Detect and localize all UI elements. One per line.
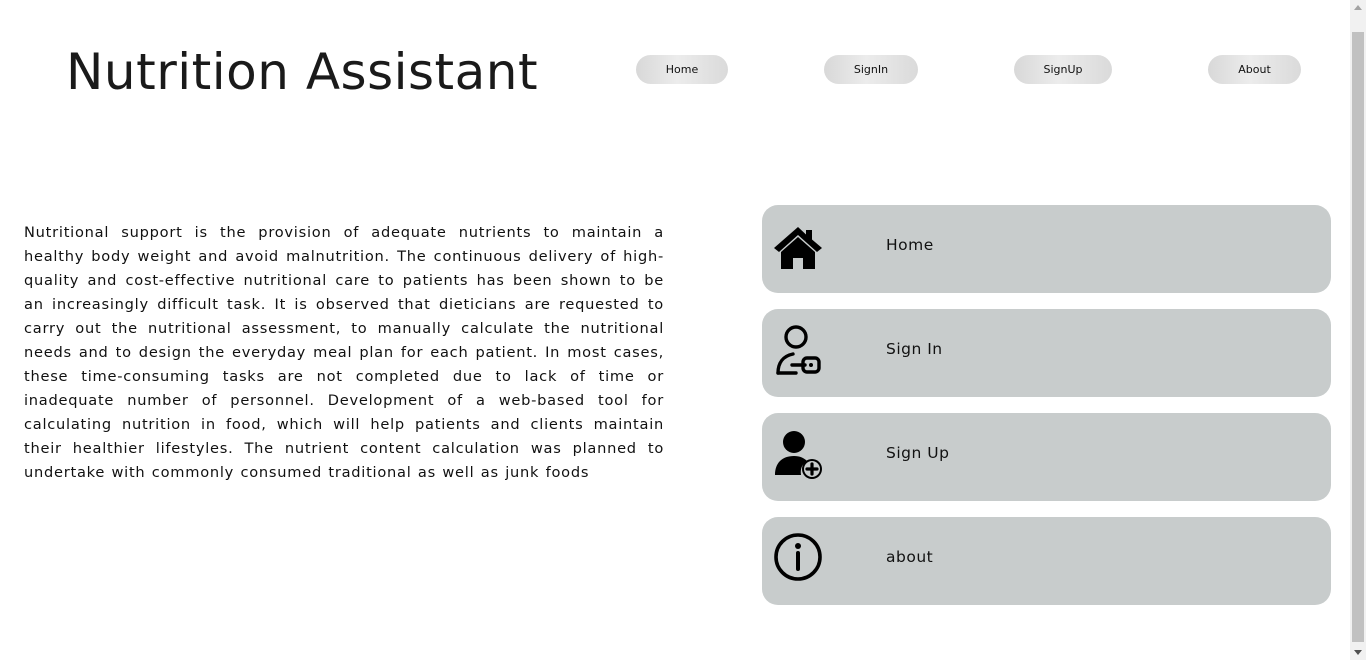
scrollbar-thumb[interactable] xyxy=(1352,32,1364,642)
about-card[interactable]: about xyxy=(762,517,1331,605)
user-key-icon xyxy=(772,325,824,377)
signup-card[interactable]: Sign Up xyxy=(762,413,1331,501)
scroll-down-arrow-icon[interactable] xyxy=(1354,650,1362,655)
user-add-icon xyxy=(772,429,824,481)
nav-home-button[interactable]: Home xyxy=(636,55,728,84)
vertical-scrollbar[interactable] xyxy=(1350,0,1366,660)
site-title: Nutrition Assistant xyxy=(66,43,539,101)
about-card-label: about xyxy=(886,548,934,566)
nav-signup-button[interactable]: SignUp xyxy=(1014,55,1112,84)
signin-card-label: Sign In xyxy=(886,340,943,358)
signin-card[interactable]: Sign In xyxy=(762,309,1331,397)
signup-card-label: Sign Up xyxy=(886,444,950,462)
info-icon xyxy=(772,533,824,585)
home-card[interactable]: Home xyxy=(762,205,1331,293)
intro-paragraph: Nutritional support is the provision of … xyxy=(24,224,664,481)
page: Nutrition Assistant Home SignIn SignUp A… xyxy=(0,0,1366,660)
scroll-up-arrow-icon[interactable] xyxy=(1354,5,1362,10)
nav-signin-button[interactable]: SignIn xyxy=(824,55,918,84)
home-card-label: Home xyxy=(886,236,934,254)
nav-about-button[interactable]: About xyxy=(1208,55,1301,84)
home-icon xyxy=(772,221,824,273)
